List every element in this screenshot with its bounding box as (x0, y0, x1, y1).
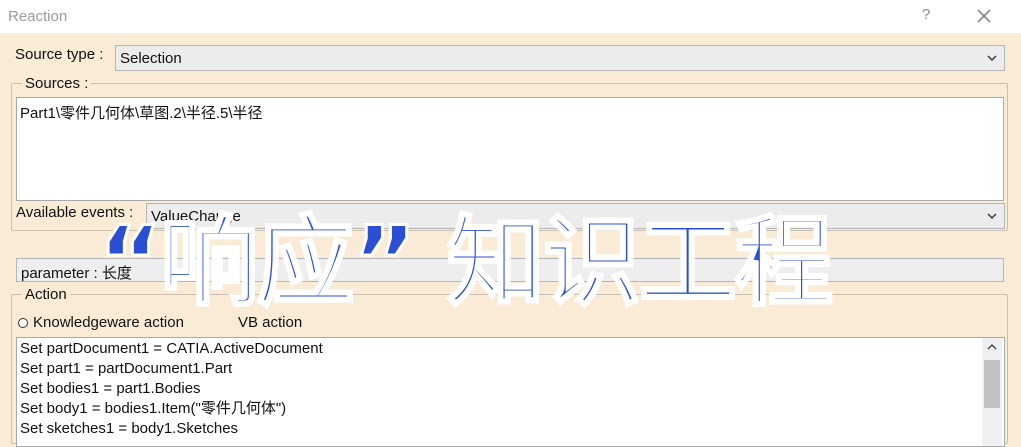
chevron-down-icon (987, 55, 997, 61)
code-line: Set part1 = partDocument1.Part (20, 360, 233, 377)
vertical-scrollbar[interactable] (982, 338, 1002, 446)
scrollbar-thumb[interactable] (984, 360, 1000, 408)
code-line: Set bodies1 = part1.Bodies (20, 380, 201, 397)
source-type-value: Selection (120, 50, 182, 67)
code-line: Set body1 = bodies1.Item("零件几何体") (20, 400, 287, 417)
action-group-label: Action (22, 286, 70, 303)
close-icon[interactable] (977, 9, 991, 23)
window-title: Reaction (8, 8, 68, 25)
source-type-label: Source type : (15, 46, 104, 63)
chevron-down-icon (987, 213, 997, 219)
source-type-combo[interactable]: Selection (115, 45, 1005, 71)
help-button[interactable]: ? (922, 6, 930, 23)
sources-group-label: Sources : (22, 75, 92, 92)
title-bar: Reaction ? (0, 0, 1021, 33)
sources-list[interactable]: Part1\零件几何体\草图.2\半径.5\半径 (16, 97, 1004, 201)
list-item[interactable]: Part1\零件几何体\草图.2\半径.5\半径 (20, 102, 263, 123)
action-code-editor[interactable]: Set partDocument1 = CATIA.ActiveDocument… (16, 337, 1005, 447)
knowledgeware-action-radio[interactable] (18, 318, 28, 328)
overlay-caption: “响应” 知识工程 (97, 206, 835, 320)
code-line: Set partDocument1 = CATIA.ActiveDocument (20, 340, 323, 357)
code-line: Set sketches1 = body1.Sketches (20, 420, 239, 437)
scroll-up-icon[interactable] (987, 343, 997, 351)
